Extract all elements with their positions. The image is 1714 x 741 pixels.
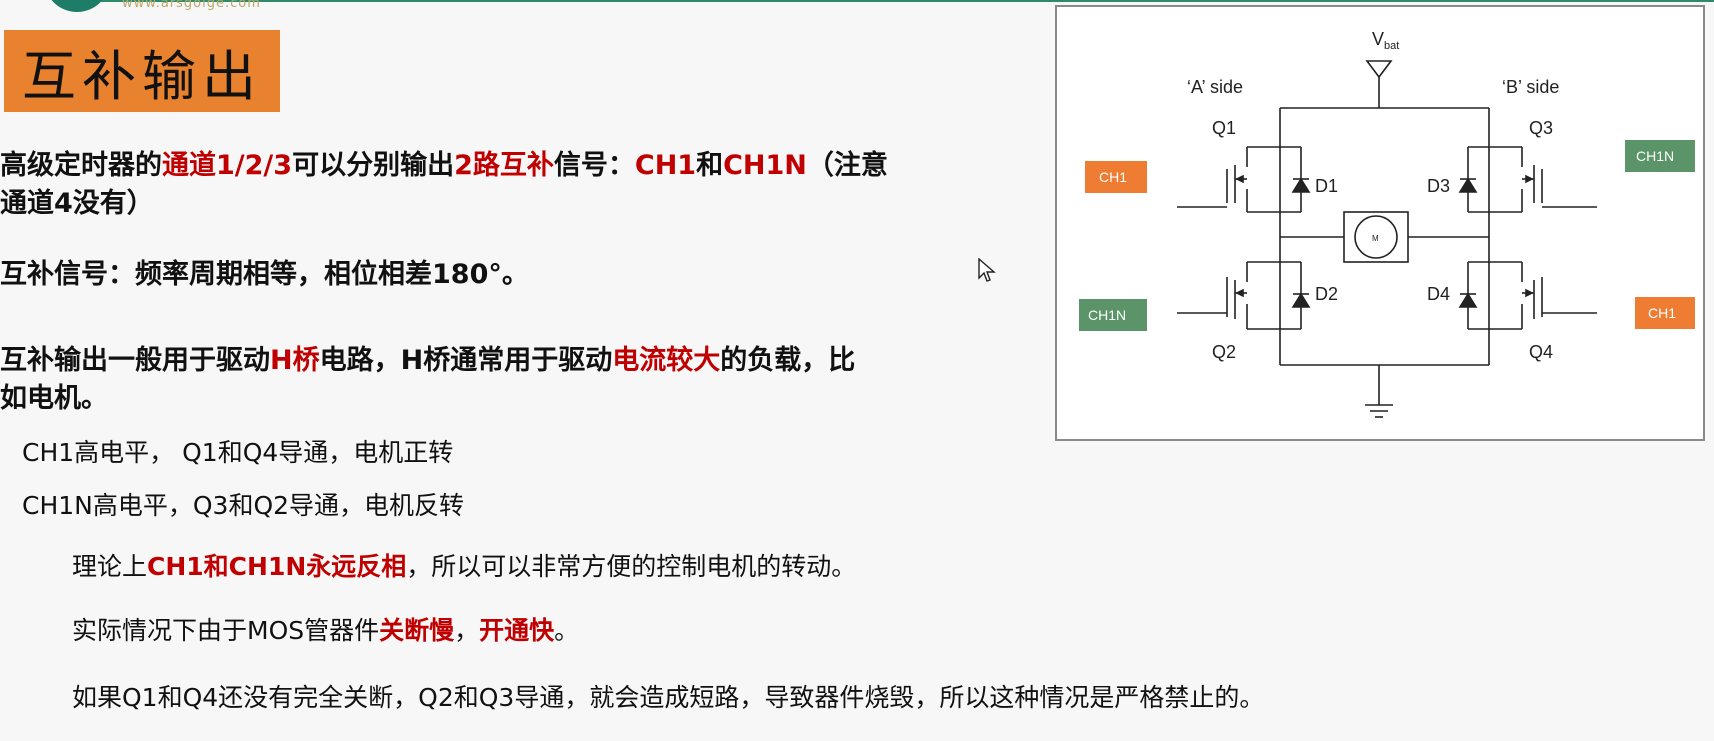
d3-label: D3 <box>1427 176 1450 196</box>
chip-ch1n-top-right: CH1N <box>1625 140 1695 172</box>
note-actual: 实际情况下由于MOS管器件关断慢，开通快。 <box>72 614 579 648</box>
highlight-channels: 通道1/2/3 <box>162 150 293 181</box>
text: 可以分别输出 <box>292 150 455 181</box>
chip-ch1-bottom-right: CH1 <box>1635 297 1695 329</box>
highlight-ch1n: CH1N <box>723 150 807 181</box>
q2-label: Q2 <box>1212 342 1236 362</box>
highlight-inverse: CH1和CH1N永远反相 <box>147 552 407 581</box>
h-bridge-diagram: V bat ‘A’ side ‘B’ side Q1 Q2 Q3 Q4 D1 D… <box>1055 5 1705 441</box>
side-a-label: ‘A’ side <box>1187 77 1243 97</box>
side-b-label: ‘B’ side <box>1502 77 1559 97</box>
highlight-two-way: 2路互补 <box>454 150 554 181</box>
q4-label: Q4 <box>1529 342 1553 362</box>
chip-ch1n-top-right-label: CH1N <box>1636 148 1674 164</box>
highlight-fast-on: 开通快 <box>479 616 555 645</box>
highlight-h-bridge: H桥 <box>270 345 320 376</box>
slide-title: 互补输出 <box>22 44 262 108</box>
text: 互补输出一般用于驱动 <box>0 345 270 376</box>
note-ch1n: CH1N高电平，Q3和Q2导通，电机反转 <box>22 491 465 520</box>
para3-line2: 如电机。 <box>0 383 108 414</box>
text: （注意 <box>806 150 888 181</box>
q3-label: Q3 <box>1529 118 1553 138</box>
note-theory: 理论上CH1和CH1N永远反相，所以可以非常方便的控制电机的转动。 <box>72 550 856 584</box>
chip-ch1-top-left-label: CH1 <box>1099 169 1127 185</box>
text: ，所以可以非常方便的控制电机的转动。 <box>406 552 857 581</box>
vbat-label: V <box>1372 29 1384 49</box>
d2-label: D2 <box>1315 284 1338 304</box>
text: 信号： <box>553 150 635 181</box>
text: 。 <box>554 616 580 645</box>
text: 电路，H桥通常用于驱动 <box>319 345 613 376</box>
vbat-subscript: bat <box>1384 40 1399 52</box>
mouse-cursor-icon <box>978 258 996 282</box>
logo <box>44 0 110 12</box>
vbat-symbol <box>1365 60 1393 79</box>
top-divider <box>60 0 1714 2</box>
text: 的负载，比 <box>720 345 856 376</box>
d4-label: D4 <box>1427 284 1450 304</box>
text: 理论上 <box>72 552 148 581</box>
q1-label: Q1 <box>1212 118 1236 138</box>
para2: 互补信号：频率周期相等，相位相差180°。 <box>0 259 529 290</box>
highlight-high-current: 电流较大 <box>612 345 721 376</box>
para1-line1: 高级定时器的通道1/2/3可以分别输出2路互补信号：CH1和CH1N（注意 <box>0 147 888 185</box>
logo-url: www.arsgoige.com <box>122 0 261 11</box>
text: 实际情况下由于MOS管器件 <box>72 616 380 645</box>
slide-title-box: 互补输出 <box>4 30 280 112</box>
h-bridge-schematic: V bat ‘A’ side ‘B’ side Q1 Q2 Q3 Q4 D1 D… <box>1079 29 1695 418</box>
para1-line2: 通道4没有） <box>0 188 154 219</box>
motor-label: M <box>1372 234 1379 243</box>
text: ， <box>454 616 480 645</box>
chip-ch1n-bottom-left: CH1N <box>1079 299 1147 331</box>
d1-label: D1 <box>1315 176 1338 196</box>
highlight-ch1: CH1 <box>634 150 697 181</box>
para3-line1: 互补输出一般用于驱动H桥电路，H桥通常用于驱动电流较大的负载，比 <box>0 342 855 380</box>
chip-ch1n-bottom-left-label: CH1N <box>1088 307 1126 323</box>
chip-ch1-bottom-right-label: CH1 <box>1648 305 1676 321</box>
note-short-circuit: 如果Q1和Q4还没有完全关断，Q2和Q3导通，就会造成短路，导致器件烧毁，所以这… <box>72 683 1265 712</box>
text: 和 <box>696 150 724 181</box>
note-ch1: CH1高电平， Q1和Q4导通，电机正转 <box>22 438 454 467</box>
text: 高级定时器的 <box>0 150 162 181</box>
chip-ch1-top-left: CH1 <box>1085 161 1147 193</box>
highlight-slow-off: 关断慢 <box>379 616 455 645</box>
